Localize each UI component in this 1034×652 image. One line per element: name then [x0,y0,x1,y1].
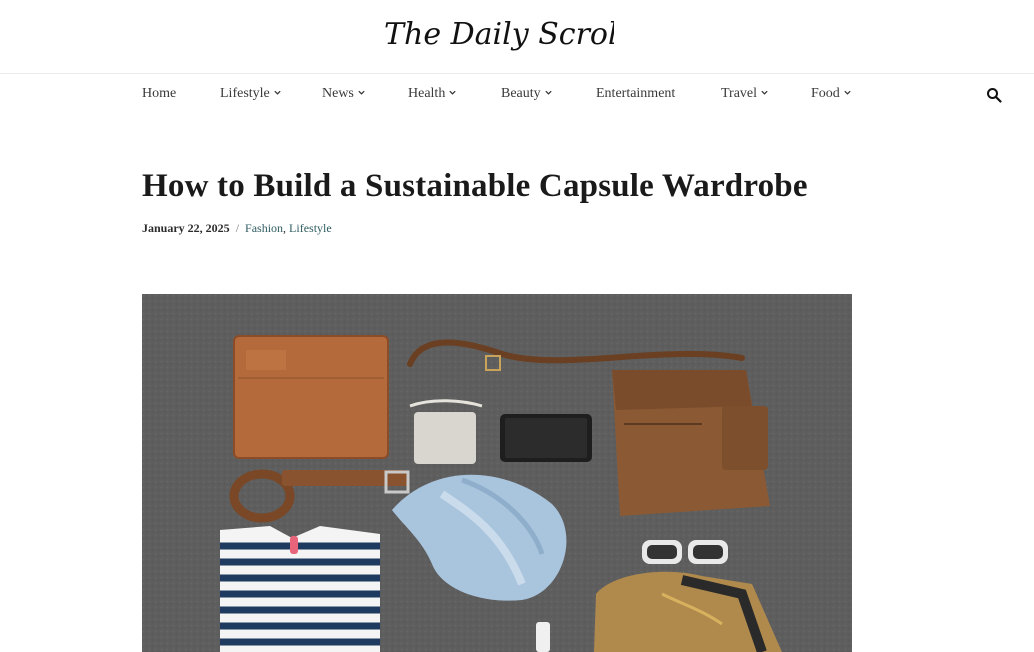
post-date: January 22, 2025 [142,221,230,235]
post-meta: January 22, 2025 / Fashion, Lifestyle [142,221,332,236]
post-title: How to Build a Sustainable Capsule Wardr… [142,168,808,204]
chevron-down-icon [273,88,282,97]
chevron-down-icon [843,88,852,97]
search-button[interactable] [986,87,1002,103]
nav-item-label: Home [142,86,177,101]
watch [536,622,550,652]
flat-lay-photo [142,294,852,652]
nav-item-health[interactable]: Health [408,86,457,102]
chevron-down-icon [357,88,366,97]
nav-item-label: Entertainment [596,86,676,101]
chevron-down-icon [544,88,553,97]
nav-item-label: Travel [721,86,758,101]
nav-item-food[interactable]: Food [811,86,852,102]
nav-item-home[interactable]: Home [142,86,176,102]
nav-item-entertainment[interactable]: Entertainment [596,86,675,102]
category-link-lifestyle[interactable]: Lifestyle [289,221,332,235]
chevron-down-icon [448,88,457,97]
nav-item-label: Beauty [501,86,541,101]
main-navigation: Home Lifestyle News Health Beauty Entert… [0,75,1034,115]
site-logo[interactable]: The Daily Scroll [382,12,614,60]
search-icon [987,88,1002,103]
nav-item-label: Health [408,86,446,101]
featured-image [142,294,852,652]
leather-folder [233,335,389,459]
messenger-bag [612,370,770,516]
nav-item-travel[interactable]: Travel [721,86,769,102]
nav-item-label: Food [811,86,840,101]
category-joiner: , [283,221,287,235]
nav-item-label: Lifestyle [220,86,270,101]
category-link-fashion[interactable]: Fashion [245,221,283,235]
nav-item-beauty[interactable]: Beauty [501,86,553,102]
nav-item-news[interactable]: News [322,86,366,102]
site-header: The Daily Scroll [0,0,1034,74]
svg-text:The Daily Scroll: The Daily Scroll [384,17,614,52]
nav-item-lifestyle[interactable]: Lifestyle [220,86,282,102]
nav-item-label: News [322,86,354,101]
chevron-down-icon [760,88,769,97]
site-logo-wordmark: The Daily Scroll [384,17,614,52]
striped-shirt [220,526,380,652]
meta-separator: / [235,221,240,235]
